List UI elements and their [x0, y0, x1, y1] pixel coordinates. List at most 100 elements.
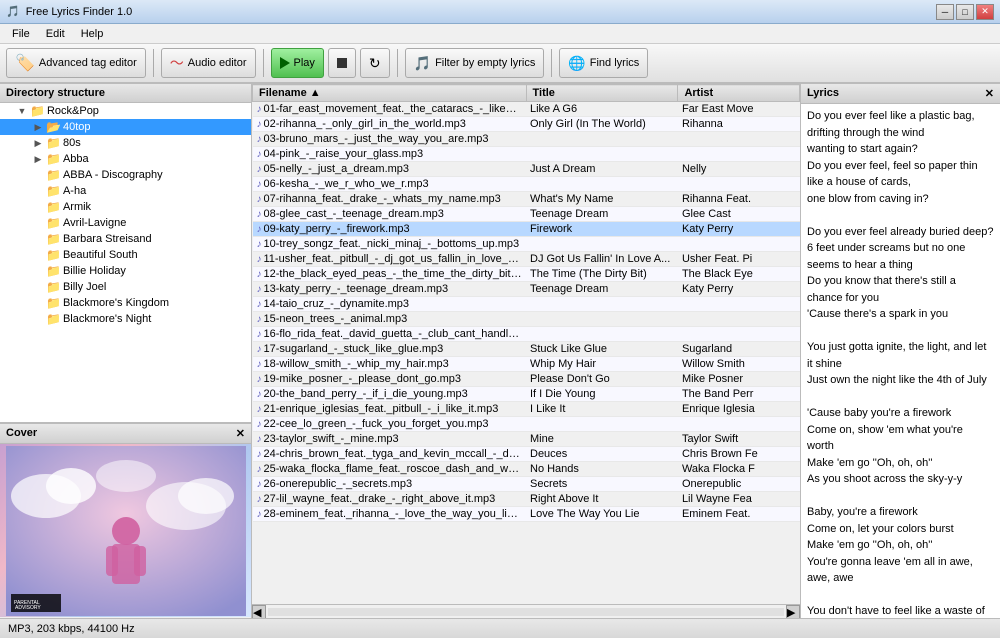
table-row[interactable]: ♪23-taylor_swift_-_mine.mp3MineTaylor Sw… [253, 432, 800, 447]
table-row[interactable]: ♪05-nelly_-_just_a_dream.mp3Just A Dream… [253, 162, 800, 177]
col-header-title[interactable]: Title [526, 85, 678, 102]
table-row[interactable]: ♪24-chris_brown_feat._tyga_and_kevin_mcc… [253, 447, 800, 462]
folder-icon-billy: 📁 [46, 280, 61, 294]
sort-icon: ▲ [310, 87, 321, 99]
tree-item-80s[interactable]: ▶ 📁 80s [0, 135, 251, 151]
cell-artist [678, 177, 800, 192]
find-lyrics-button[interactable]: 🌐 Find lyrics [559, 48, 648, 78]
tag-editor-icon: 🏷️ [15, 53, 35, 73]
table-row[interactable]: ♪03-bruno_mars_-_just_the_way_you_are.mp… [253, 132, 800, 147]
table-row[interactable]: ♪18-willow_smith_-_whip_my_hair.mp3Whip … [253, 357, 800, 372]
cell-title [526, 177, 678, 192]
table-row[interactable]: ♪15-neon_trees_-_animal.mp3 [253, 312, 800, 327]
tree-item-abba-disco[interactable]: 📁 ABBA - Discography [0, 167, 251, 183]
tree-item-billy[interactable]: 📁 Billy Joel [0, 279, 251, 295]
table-row[interactable]: ♪07-rihanna_feat._drake_-_whats_my_name.… [253, 192, 800, 207]
separator-2 [263, 49, 264, 77]
table-row[interactable]: ♪28-eminem_feat._rihanna_-_love_the_way_… [253, 507, 800, 522]
cell-title: Only Girl (In The World) [526, 117, 678, 132]
menu-edit[interactable]: Edit [38, 26, 73, 42]
tree-item-blackmore2[interactable]: 📁 Blackmore's Night [0, 311, 251, 327]
col-header-artist[interactable]: Artist [678, 85, 800, 102]
expander-abba[interactable]: ▶ [32, 154, 44, 165]
cover-close-icon[interactable]: ✕ [236, 427, 245, 440]
table-row[interactable]: ♪17-sugarland_-_stuck_like_glue.mp3Stuck… [253, 342, 800, 357]
cell-title: DJ Got Us Fallin' In Love A... [526, 252, 678, 267]
table-row[interactable]: ♪02-rihanna_-_only_girl_in_the_world.mp3… [253, 117, 800, 132]
cell-artist: Rihanna [678, 117, 800, 132]
separator-1 [153, 49, 154, 77]
tree-item-beautiful[interactable]: 📁 Beautiful South [0, 247, 251, 263]
table-row[interactable]: ♪26-onerepublic_-_secrets.mp3SecretsOner… [253, 477, 800, 492]
tree-item-barbara[interactable]: 📁 Barbara Streisand [0, 231, 251, 247]
play-button[interactable]: Play [271, 48, 324, 78]
cell-filename: ♪27-lil_wayne_feat._drake_-_right_above_… [253, 492, 527, 507]
cell-filename: ♪20-the_band_perry_-_if_i_die_young.mp3 [253, 387, 527, 402]
cell-filename: ♪10-trey_songz_feat._nicki_minaj_-_botto… [253, 237, 527, 252]
table-row[interactable]: ♪11-usher_feat._pitbull_-_dj_got_us_fall… [253, 252, 800, 267]
table-row[interactable]: ♪19-mike_posner_-_please_dont_go.mp3Plea… [253, 372, 800, 387]
tag-editor-button[interactable]: 🏷️ Advanced tag editor [6, 48, 146, 78]
menu-help[interactable]: Help [73, 26, 112, 42]
table-row[interactable]: ♪14-taio_cruz_-_dynamite.mp3 [253, 297, 800, 312]
globe-icon: 🌐 [568, 55, 585, 72]
table-row[interactable]: ♪09-katy_perry_-_firework.mp3FireworkKat… [253, 222, 800, 237]
menu-file[interactable]: File [4, 26, 38, 42]
table-row[interactable]: ♪13-katy_perry_-_teenage_dream.mp3Teenag… [253, 282, 800, 297]
table-row[interactable]: ♪01-far_east_movement_feat._the_cataracs… [253, 102, 800, 117]
lyrics-close-icon[interactable]: ✕ [985, 87, 994, 100]
expander-rock[interactable]: ▼ [16, 106, 28, 116]
tree-item-abba[interactable]: ▶ 📁 Abba [0, 151, 251, 167]
table-row[interactable]: ♪27-lil_wayne_feat._drake_-_right_above_… [253, 492, 800, 507]
directory-tree[interactable]: ▼ 📁 Rock&Pop ▶ 📂 40top ▶ 📁 80s [0, 103, 251, 423]
lyrics-panel: Lyrics ✕ Do you ever feel like a plastic… [800, 84, 1000, 618]
maximize-button[interactable]: □ [956, 4, 974, 20]
table-row[interactable]: ♪12-the_black_eyed_peas_-_the_time_the_d… [253, 267, 800, 282]
cell-artist: Taylor Swift [678, 432, 800, 447]
col-header-filename[interactable]: Filename ▲ [253, 85, 527, 102]
menu-bar: File Edit Help [0, 24, 1000, 44]
table-row[interactable]: ♪04-pink_-_raise_your_glass.mp3 [253, 147, 800, 162]
table-row[interactable]: ♪21-enrique_iglesias_feat._pitbull_-_i_l… [253, 402, 800, 417]
file-table[interactable]: Filename ▲ Title Artist ♪01-far_east_mov… [252, 84, 800, 604]
svg-text:ADVISORY: ADVISORY [15, 605, 41, 611]
music-file-icon: ♪ [257, 179, 262, 190]
table-row[interactable]: ♪25-waka_flocka_flame_feat._roscoe_dash_… [253, 462, 800, 477]
audio-editor-button[interactable]: 〜 Audio editor [161, 48, 256, 78]
table-row[interactable]: ♪10-trey_songz_feat._nicki_minaj_-_botto… [253, 237, 800, 252]
refresh-button[interactable]: ↻ [360, 48, 390, 78]
tree-item-armik[interactable]: 📁 Armik [0, 199, 251, 215]
table-row[interactable]: ♪16-flo_rida_feat._david_guetta_-_club_c… [253, 327, 800, 342]
scroll-left-btn[interactable]: ◀ [252, 605, 266, 619]
cell-artist: Eminem Feat. [678, 507, 800, 522]
music-file-icon: ♪ [257, 419, 262, 430]
filter-button[interactable]: 🎵 Filter by empty lyrics [405, 48, 545, 78]
cell-title: What's My Name [526, 192, 678, 207]
close-button[interactable]: ✕ [976, 4, 994, 20]
expander-80s[interactable]: ▶ [32, 138, 44, 149]
table-row[interactable]: ♪22-cee_lo_green_-_fuck_you_forget_you.m… [253, 417, 800, 432]
folder-icon-blackmore: 📁 [46, 296, 61, 310]
h-scrollbar[interactable]: ◀ ▶ [252, 604, 800, 618]
music-file-icon: ♪ [257, 449, 262, 460]
cell-artist [678, 237, 800, 252]
separator-3 [397, 49, 398, 77]
tree-item-aha[interactable]: 📁 A-ha [0, 183, 251, 199]
minimize-button[interactable]: ─ [936, 4, 954, 20]
folder-icon-abba: 📁 [46, 152, 61, 166]
cover-header: Cover ✕ [0, 424, 251, 444]
tree-item-40top[interactable]: ▶ 📂 40top [0, 119, 251, 135]
separator-4 [551, 49, 552, 77]
tree-item-rock[interactable]: ▼ 📁 Rock&Pop [0, 103, 251, 119]
scroll-right-btn[interactable]: ▶ [786, 605, 800, 619]
cover-art-svg: PARENTAL ADVISORY [6, 446, 246, 616]
stop-button[interactable] [328, 48, 356, 78]
table-row[interactable]: ♪08-glee_cast_-_teenage_dream.mp3Teenage… [253, 207, 800, 222]
table-row[interactable]: ♪06-kesha_-_we_r_who_we_r.mp3 [253, 177, 800, 192]
cell-artist: Katy Perry [678, 282, 800, 297]
tree-item-avril[interactable]: 📁 Avril-Lavigne [0, 215, 251, 231]
expander-40top[interactable]: ▶ [32, 122, 44, 133]
tree-item-billie[interactable]: 📁 Billie Holiday [0, 263, 251, 279]
table-row[interactable]: ♪20-the_band_perry_-_if_i_die_young.mp3I… [253, 387, 800, 402]
tree-item-blackmore[interactable]: 📁 Blackmore's Kingdom [0, 295, 251, 311]
